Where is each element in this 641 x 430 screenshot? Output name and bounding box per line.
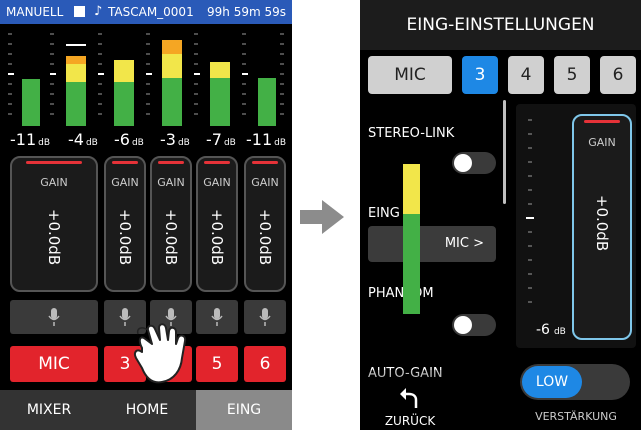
channel-level-1: -11 dB (10, 130, 51, 149)
input-select[interactable]: MIC > (368, 226, 496, 262)
microphone-icon (48, 308, 60, 326)
red-indicator (158, 161, 184, 164)
gain-value: +0.0dB (208, 209, 226, 266)
red-indicator (584, 120, 620, 123)
gain-value: +0.0dB (593, 194, 611, 251)
input-button-6[interactable]: 6 (600, 56, 636, 94)
meter-scale (8, 33, 284, 115)
back-button[interactable]: ZURÜCK (380, 384, 440, 430)
stereo-link-toggle[interactable] (452, 152, 496, 174)
gain-value: +0.0dB (256, 209, 274, 266)
gain-label: GAIN (203, 176, 231, 189)
remaining-time: 99h 59m 59s (207, 5, 286, 19)
gain-value: +0.0dB (162, 209, 180, 266)
red-indicator (204, 161, 230, 164)
meter-scale (526, 119, 534, 303)
arrow-right-icon (300, 200, 344, 234)
mic-button-1[interactable] (10, 300, 98, 334)
red-indicator (252, 161, 278, 164)
channel-level-5: -7 dB (206, 130, 236, 149)
stereo-link-label: STEREO-LINK (368, 126, 455, 141)
tapping-hand-icon (133, 323, 187, 384)
gain-label: GAIN (157, 176, 185, 189)
channel-button-6[interactable]: 6 (244, 346, 286, 382)
back-label: ZURÜCK (384, 414, 436, 428)
channel-button-5[interactable]: 5 (196, 346, 238, 382)
channel-level-2: -4 dB (68, 130, 98, 149)
tab-home[interactable]: HOME (98, 390, 196, 430)
channel-button-mic[interactable]: MIC (10, 346, 98, 382)
gain-control-6[interactable]: GAIN +0.0dB (244, 156, 286, 292)
record-square-icon (74, 6, 85, 17)
file-name: TASCAM_0001 (108, 5, 194, 19)
phantom-toggle[interactable] (452, 314, 496, 336)
level-meter (403, 164, 420, 314)
input-button-5[interactable]: 5 (554, 56, 590, 94)
status-bar: MANUELL ♪ TASCAM_0001 99h 59m 59s (0, 0, 292, 24)
gain-control-4[interactable]: GAIN +0.0dB (150, 156, 192, 292)
input-button-4[interactable]: 4 (508, 56, 544, 94)
input-settings-screen: EING-EINSTELLUNGEN MIC 3 4 5 6 STEREO-LI… (360, 0, 641, 430)
input-label: EING (368, 206, 400, 221)
music-note-icon: ♪ (94, 4, 103, 19)
back-arrow-icon (400, 388, 418, 408)
low-gain-toggle[interactable]: LOW (520, 364, 630, 400)
settings-scrollbar[interactable] (503, 100, 506, 204)
mic-button-6[interactable] (244, 300, 286, 334)
mic-button-5[interactable] (196, 300, 238, 334)
gain-control-3[interactable]: GAIN +0.0dB (104, 156, 146, 292)
tab-mixer[interactable]: MIXER (0, 390, 98, 430)
home-screen: MANUELL ♪ TASCAM_0001 99h 59m 59s -11 dB… (0, 0, 292, 430)
input-button-mic[interactable]: MIC (368, 56, 452, 94)
low-option[interactable]: LOW (522, 366, 582, 398)
amp-label: VERSTÄRKUNG (535, 410, 617, 423)
channel-level-4: -3 dB (160, 130, 190, 149)
bottom-tab-bar: MIXER HOME EING (0, 390, 292, 430)
gain-control-5[interactable]: GAIN +0.0dB (196, 156, 238, 292)
gain-label: GAIN (588, 136, 616, 149)
channel-level-3: -6 dB (114, 130, 144, 149)
microphone-icon (211, 308, 223, 326)
tab-eing[interactable]: EING (196, 390, 292, 430)
microphone-icon (259, 308, 271, 326)
red-indicator (112, 161, 138, 164)
gain-control-1[interactable]: GAIN +0.0dB (10, 156, 98, 292)
phantom-label: PHANTOM (368, 286, 434, 301)
gain-label: GAIN (40, 176, 68, 189)
mode-label: MANUELL (6, 5, 64, 19)
gain-label: GAIN (251, 176, 279, 189)
toggle-knob (454, 316, 472, 334)
red-indicator (26, 161, 82, 164)
toggle-knob (454, 154, 472, 172)
gain-value: +0.0dB (116, 209, 134, 266)
gain-label: GAIN (111, 176, 139, 189)
input-button-3[interactable]: 3 (462, 56, 498, 94)
level-readout: -6 dB (536, 322, 566, 338)
gain-value: +0.0dB (45, 209, 63, 266)
page-title: EING-EINSTELLUNGEN (360, 0, 641, 50)
input-select-value: MIC > (444, 236, 484, 251)
channel-level-6: -11 dB (246, 130, 287, 149)
gain-control[interactable]: GAIN +0.0dB (572, 114, 632, 340)
